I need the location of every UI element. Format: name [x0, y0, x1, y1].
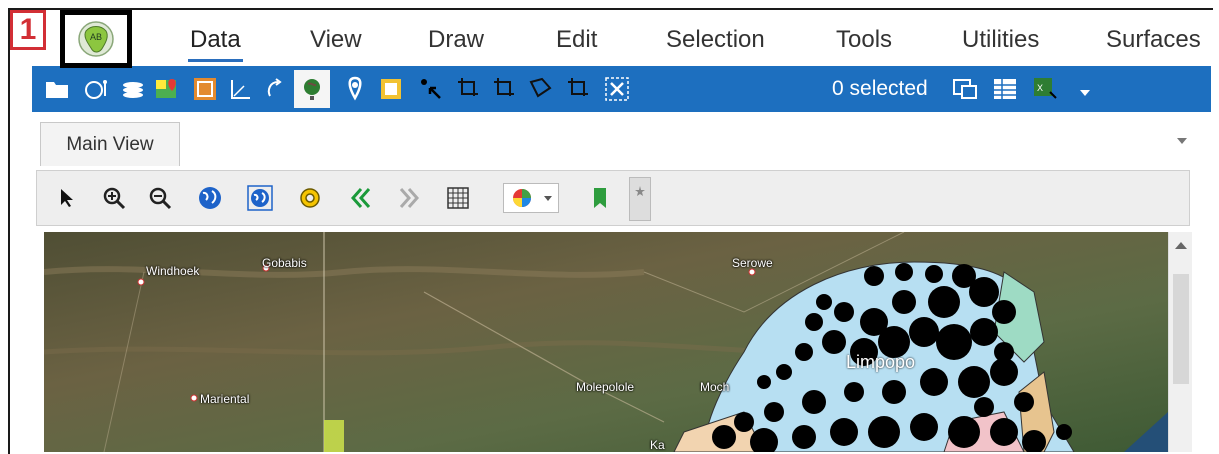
africa-logo-icon: AB: [78, 21, 114, 57]
map-canvas[interactable]: Windhoek Gobabis Serowe Mariental Molepo…: [44, 232, 1168, 452]
crop-select-icon-2[interactable]: [492, 76, 518, 102]
excel-export-icon[interactable]: X: [1032, 76, 1058, 102]
globe-extent-icon[interactable]: [247, 185, 273, 211]
map-pin-icon[interactable]: [154, 76, 180, 102]
svg-text:X: X: [1037, 83, 1043, 93]
zoom-in-icon[interactable]: [101, 185, 127, 211]
pointer-icon[interactable]: [55, 185, 81, 211]
menu-surfaces[interactable]: Surfaces: [1106, 26, 1201, 54]
globe-button[interactable]: [294, 70, 330, 108]
bookmark-icon[interactable]: [587, 185, 613, 211]
clear-selection-icon[interactable]: [604, 76, 630, 102]
menu-selection[interactable]: Selection: [666, 26, 765, 54]
table-icon[interactable]: [992, 76, 1018, 102]
label-limpopo: Limpopo: [846, 352, 916, 372]
view-tab-strip: Main View: [32, 112, 1211, 170]
label-ka: Ka: [650, 438, 665, 452]
grid-icon[interactable]: [445, 185, 471, 211]
color-layer-dropdown[interactable]: [503, 183, 559, 213]
frame-icon[interactable]: [192, 76, 218, 102]
scroll-thumb[interactable]: [1173, 274, 1189, 384]
more-dropdown-icon[interactable]: [1072, 80, 1098, 106]
location-pin-icon[interactable]: [342, 76, 368, 102]
settings-icon[interactable]: [297, 185, 323, 211]
logo-text: AB: [90, 32, 102, 42]
menu-bar: Data View Draw Edit Selection Tools Util…: [138, 14, 1219, 64]
menu-data[interactable]: Data: [188, 26, 243, 62]
map-watermark: [424, 312, 435, 357]
folder-icon[interactable]: [44, 76, 70, 102]
palette-icon[interactable]: [84, 76, 110, 102]
menu-view[interactable]: View: [310, 26, 362, 54]
tab-dropdown-icon[interactable]: [1177, 138, 1187, 144]
star-button[interactable]: [629, 177, 651, 221]
layers-icon[interactable]: [120, 76, 146, 102]
point-select-icon[interactable]: [418, 76, 444, 102]
globe-icon: [304, 79, 320, 100]
map-imagery: [44, 232, 1168, 452]
back-icon[interactable]: [347, 185, 373, 211]
globe-full-icon[interactable]: [197, 185, 223, 211]
map-scrollbar[interactable]: [1168, 232, 1192, 452]
map-view-toolbar: [36, 170, 1190, 226]
label-moch: Moch: [700, 380, 730, 394]
label-molepolole: Molepolole: [576, 380, 635, 394]
selected-count: 0 selected: [832, 77, 928, 100]
forward-icon[interactable]: [397, 185, 423, 211]
rect-select-icon[interactable]: [566, 76, 592, 102]
app-logo-button[interactable]: AB: [60, 10, 132, 68]
measure-icon[interactable]: [228, 76, 254, 102]
menu-draw[interactable]: Draw: [428, 26, 484, 54]
menu-utilities[interactable]: Utilities: [962, 26, 1039, 54]
step-badge: 1: [10, 10, 46, 50]
label-gobabis: Gobabis: [262, 256, 307, 270]
star-icon: [635, 186, 645, 196]
square-select-icon[interactable]: [378, 76, 404, 102]
menu-edit[interactable]: Edit: [556, 26, 597, 54]
rotate-icon[interactable]: [264, 76, 290, 102]
label-windhoek: Windhoek: [146, 264, 200, 278]
label-mariental: Mariental: [200, 392, 250, 406]
polygon-select-icon[interactable]: [528, 76, 554, 102]
export-selection-icon[interactable]: [952, 76, 978, 102]
menu-tools[interactable]: Tools: [836, 26, 892, 54]
color-layer-dropdown-icon: [513, 189, 531, 207]
label-serowe: Serowe: [732, 256, 773, 270]
ribbon-toolbar: 0 selected X: [32, 66, 1211, 112]
scroll-up-icon[interactable]: [1175, 242, 1187, 249]
zoom-out-icon[interactable]: [147, 185, 173, 211]
crop-select-icon[interactable]: [456, 76, 482, 102]
tab-main-view[interactable]: Main View: [40, 122, 180, 166]
